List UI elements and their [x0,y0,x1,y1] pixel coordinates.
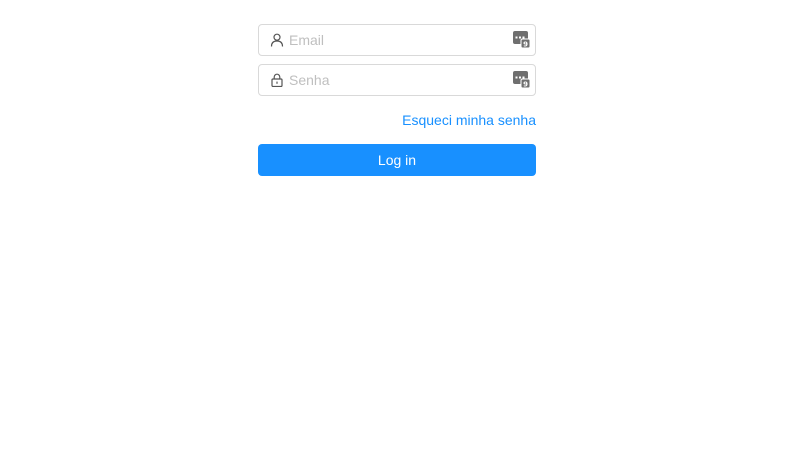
password-field-wrapper[interactable]: 9 [258,64,536,96]
svg-text:9: 9 [523,80,528,88]
password-manager-icon[interactable]: 9 [513,31,531,49]
forgot-password-link[interactable]: Esqueci minha senha [402,112,536,128]
lock-icon [270,73,284,87]
password-manager-icon[interactable]: 9 [513,71,531,89]
password-field[interactable] [289,66,535,94]
email-field-wrapper[interactable]: 9 [258,24,536,56]
forgot-row: Esqueci minha senha [258,112,536,128]
svg-text:9: 9 [523,40,528,48]
login-button[interactable]: Log in [258,144,536,176]
email-field[interactable] [289,26,535,54]
login-form: 9 9 Esqueci minha senha Log in [258,24,536,176]
user-icon [270,33,284,47]
